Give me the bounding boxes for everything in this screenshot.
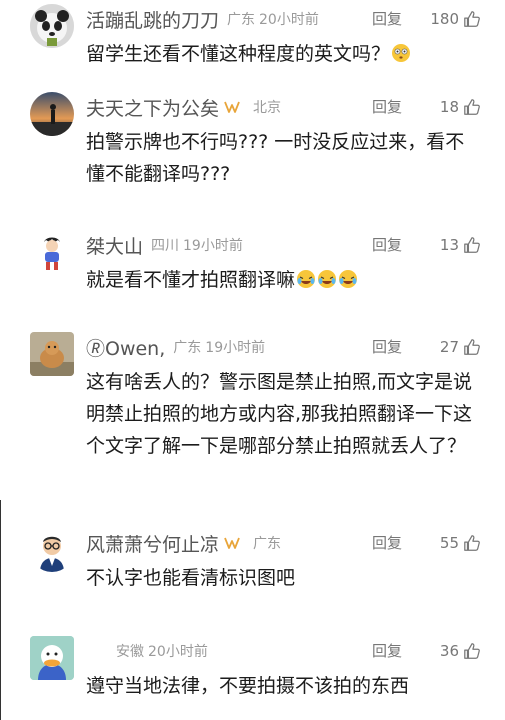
like-button[interactable]: 27: [440, 332, 481, 362]
verified-badge-icon: [224, 537, 240, 549]
timestamp: 20小时前: [148, 644, 208, 660]
thumbs-up-icon: [464, 11, 480, 27]
verified-badge-icon: [224, 101, 240, 113]
panda-avatar-icon: [30, 4, 74, 48]
reply-button[interactable]: 回复: [372, 332, 402, 362]
comment-meta: 桀大山 四川 19小时前: [86, 230, 481, 260]
thumbs-up-icon: [464, 643, 480, 659]
location: 广东: [173, 340, 202, 356]
location: 安徽: [116, 644, 144, 660]
like-count: 55: [439, 534, 459, 552]
like-count: 180: [430, 10, 459, 28]
location: 四川: [151, 238, 180, 254]
comment-text: 拍警示牌也不行吗??? 一时没反应过来，看不懂不能翻译吗???: [86, 131, 465, 185]
like-count: 27: [439, 338, 459, 356]
comment-body: 就是看不懂才拍照翻译嘛: [86, 269, 296, 291]
laughing-tears-face-icon: [339, 270, 358, 288]
comment-meta: 风萧萧兮何止凉 广东: [86, 528, 481, 558]
comment-meta: 夫天之下为公矣 北京: [86, 92, 481, 122]
timestamp: 20小时前: [259, 12, 319, 28]
username[interactable]: 🄬Owen,: [86, 334, 165, 361]
like-count: 13: [439, 236, 459, 254]
cartoon-boy-avatar-icon: [30, 230, 74, 274]
username[interactable]: 桀大山: [86, 232, 143, 259]
laughing-tears-face-icon: [297, 270, 316, 288]
location: 北京: [253, 100, 282, 116]
reply-button[interactable]: 回复: [372, 528, 402, 558]
sunset-silhouette-avatar-icon: [30, 92, 74, 136]
like-count: 18: [439, 98, 459, 116]
avatar[interactable]: [30, 92, 74, 136]
like-button[interactable]: 18: [440, 92, 481, 122]
dog-photo-avatar-icon: [30, 332, 74, 376]
avatar[interactable]: [30, 332, 74, 376]
laughing-tears-face-icon: [318, 270, 337, 288]
thumbs-up-icon: [464, 339, 480, 355]
username[interactable]: 活蹦乱跳的刀刀: [86, 6, 219, 33]
username[interactable]: 风萧萧兮何止凉: [86, 530, 219, 557]
like-count: 36: [439, 642, 459, 660]
comment-text: 遵守当地法律，不要拍摄不该拍的东西: [86, 675, 410, 697]
avatar[interactable]: [30, 636, 74, 680]
comment-meta: 安徽 20小时前: [116, 636, 481, 666]
location: 广东: [227, 12, 256, 28]
reply-button[interactable]: 回复: [372, 92, 402, 122]
thumbs-up-icon: [464, 237, 480, 253]
edge-divider: [0, 500, 1, 720]
reply-button[interactable]: 回复: [372, 636, 402, 666]
location: 广东: [253, 536, 282, 552]
comment-text: 不认字也能看清标识图吧: [86, 567, 296, 589]
avatar[interactable]: [30, 230, 74, 274]
thumbs-up-icon: [464, 99, 480, 115]
username[interactable]: 夫天之下为公矣: [86, 94, 219, 121]
flushed-face-icon: [392, 44, 411, 62]
reply-button[interactable]: 回复: [372, 230, 402, 260]
like-button[interactable]: 13: [440, 230, 481, 260]
timestamp: 19小时前: [205, 340, 266, 356]
timestamp: 19小时前: [183, 238, 243, 254]
like-button[interactable]: 36: [440, 636, 481, 666]
comment-text: 这有啥丢人的？警示图是禁止拍照,而文字是说明禁止拍照的地方或内容,那我拍照翻译一…: [86, 371, 473, 457]
duck-avatar-icon: [30, 636, 74, 680]
comment-meta: 🄬Owen, 广东 19小时前: [86, 332, 481, 362]
thumbs-up-icon: [464, 535, 480, 551]
comment-body: 留学生还看不懂这种程度的英文吗？: [86, 43, 391, 65]
comment-text: 就是看不懂才拍照翻译嘛: [86, 264, 475, 296]
avatar[interactable]: [30, 4, 74, 48]
comment-text: 留学生还看不懂这种程度的英文吗？: [86, 38, 475, 70]
like-button[interactable]: 55: [440, 528, 481, 558]
reply-button[interactable]: 回复: [372, 4, 402, 34]
comment-meta: 活蹦乱跳的刀刀 广东 20小时前: [86, 4, 481, 34]
glasses-man-avatar-icon: [30, 528, 74, 572]
like-button[interactable]: 180: [430, 4, 481, 34]
avatar[interactable]: [30, 528, 74, 572]
